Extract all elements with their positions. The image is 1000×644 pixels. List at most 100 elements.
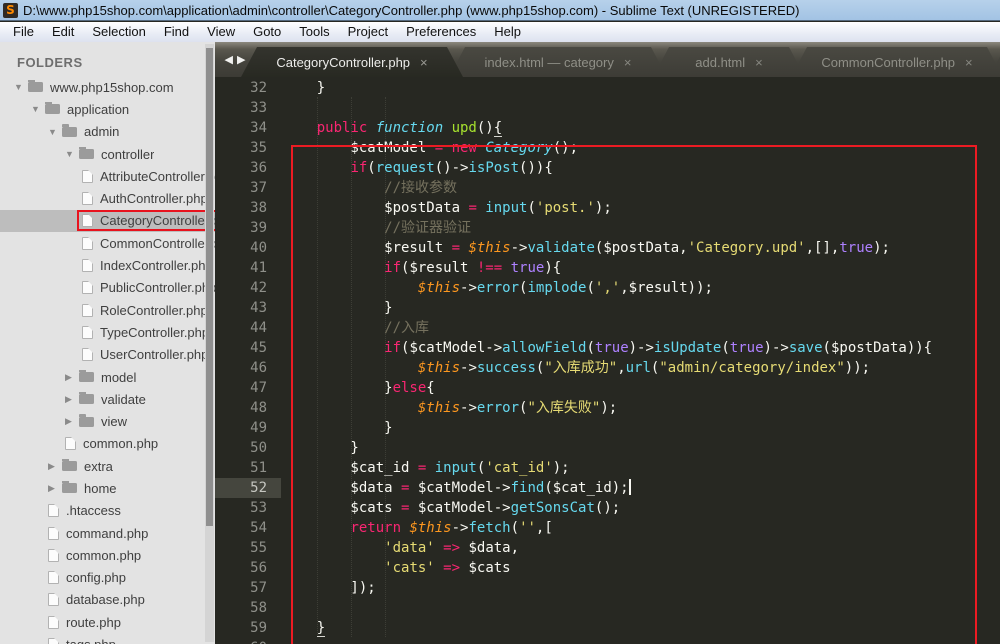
tree-item-route-php[interactable]: route.php [0, 611, 215, 633]
line-number[interactable]: 48 [215, 398, 281, 418]
collapsed-triangle-icon[interactable]: ▶ [48, 483, 62, 494]
tree-item-common-php[interactable]: common.php [0, 433, 215, 455]
expanded-triangle-icon[interactable]: ▼ [65, 149, 79, 159]
code-text[interactable]: $this->success("入库成功",url("admin/categor… [281, 358, 1000, 378]
expanded-triangle-icon[interactable]: ▼ [31, 104, 45, 114]
expanded-triangle-icon[interactable]: ▼ [14, 82, 28, 92]
code-text[interactable]: //入库 [281, 318, 1000, 338]
code-text[interactable]: 'cats' => $cats [281, 558, 1000, 578]
menu-file[interactable]: File [4, 22, 43, 42]
code-text[interactable]: //接收参数 [281, 178, 1000, 198]
tab-close-icon[interactable]: × [420, 55, 428, 70]
code-text[interactable]: $catModel = new Category(); [281, 138, 1000, 158]
menu-view[interactable]: View [198, 22, 244, 42]
menu-find[interactable]: Find [155, 22, 198, 42]
tree-item-home[interactable]: ▶ home [0, 477, 215, 499]
tree-item-config-php[interactable]: config.php [0, 567, 215, 589]
menu-project[interactable]: Project [339, 22, 397, 42]
tab-close-icon[interactable]: × [755, 55, 763, 70]
tree-item-view[interactable]: ▶ view [0, 410, 215, 432]
tree-item-tags-php[interactable]: tags.php [0, 633, 215, 644]
tree-item-attributecontroller-php[interactable]: AttributeController.php [0, 165, 215, 187]
tree-item-admin[interactable]: ▼ admin [0, 121, 215, 143]
line-number[interactable]: 39 [215, 218, 281, 238]
code-text[interactable]: } [281, 78, 1000, 98]
line-number[interactable]: 56 [215, 558, 281, 578]
menu-help[interactable]: Help [485, 22, 530, 42]
line-number[interactable]: 46 [215, 358, 281, 378]
line-number[interactable]: 35 [215, 138, 281, 158]
line-number[interactable]: 41 [215, 258, 281, 278]
tree-item-model[interactable]: ▶ model [0, 366, 215, 388]
code-text[interactable]: $cats = $catModel->getSonsCat(); [281, 498, 1000, 518]
collapsed-triangle-icon[interactable]: ▶ [65, 416, 79, 427]
line-number[interactable]: 37 [215, 178, 281, 198]
tree-item-rolecontroller-php[interactable]: RoleController.php [0, 299, 215, 321]
collapsed-triangle-icon[interactable]: ▶ [65, 394, 79, 405]
tree-item-commoncontroller-php[interactable]: CommonController.php [0, 232, 215, 254]
tree-item-typecontroller-php[interactable]: TypeController.php [0, 321, 215, 343]
tree-item-extra[interactable]: ▶ extra [0, 455, 215, 477]
tree-item-database-php[interactable]: database.php [0, 589, 215, 611]
menu-goto[interactable]: Goto [244, 22, 290, 42]
code-text[interactable] [281, 598, 1000, 618]
tab-index-html-category[interactable]: index.html — category × [449, 47, 667, 77]
code-text[interactable]: return $this->fetch('',[ [281, 518, 1000, 538]
collapsed-triangle-icon[interactable]: ▶ [65, 372, 79, 383]
line-number[interactable]: 32 [215, 78, 281, 98]
line-number[interactable]: 43 [215, 298, 281, 318]
code-text[interactable]: public function upd(){ [281, 118, 1000, 138]
line-number[interactable]: 58 [215, 598, 281, 618]
tree-item-indexcontroller-php[interactable]: IndexController.php [0, 254, 215, 276]
tree-item-application[interactable]: ▼ application [0, 98, 215, 120]
tree-item-categorycontroller-php[interactable]: CategoryController.php [0, 209, 215, 233]
code-text[interactable]: if($catModel->allowField(true)->isUpdate… [281, 338, 1000, 358]
code-text[interactable] [281, 638, 1000, 644]
line-number[interactable]: 55 [215, 538, 281, 558]
menu-edit[interactable]: Edit [43, 22, 83, 42]
line-number[interactable]: 51 [215, 458, 281, 478]
tree-item--htaccess[interactable]: .htaccess [0, 500, 215, 522]
line-number[interactable]: 38 [215, 198, 281, 218]
code-text[interactable] [281, 98, 1000, 118]
code-text[interactable]: } [281, 618, 1000, 638]
tab-commoncontroller-php[interactable]: CommonController.php × [791, 47, 1000, 77]
tree-item-common-php[interactable]: common.php [0, 544, 215, 566]
menu-preferences[interactable]: Preferences [397, 22, 485, 42]
tree-item-controller[interactable]: ▼ controller [0, 143, 215, 165]
line-number[interactable]: 42 [215, 278, 281, 298]
line-number[interactable]: 44 [215, 318, 281, 338]
tab-close-icon[interactable]: × [965, 55, 973, 70]
tree-item-command-php[interactable]: command.php [0, 522, 215, 544]
code-text[interactable]: 'data' => $data, [281, 538, 1000, 558]
line-number[interactable]: 57 [215, 578, 281, 598]
tree-item-validate[interactable]: ▶ validate [0, 388, 215, 410]
line-number[interactable]: 33 [215, 98, 281, 118]
line-number[interactable]: 60 [215, 638, 281, 644]
code-text[interactable]: ]); [281, 578, 1000, 598]
code-text[interactable]: }else{ [281, 378, 1000, 398]
line-number[interactable]: 53 [215, 498, 281, 518]
tree-item-www-php15shop-com[interactable]: ▼ www.php15shop.com [0, 76, 215, 98]
code-text[interactable]: $this->error("入库失败"); [281, 398, 1000, 418]
code-text[interactable]: $data = $catModel->find($cat_id); [281, 478, 1000, 498]
line-number[interactable]: 50 [215, 438, 281, 458]
code-editor[interactable]: 32 } 33 34 public function upd(){35 $catMo… [215, 77, 1000, 644]
tree-item-usercontroller-php[interactable]: UserController.php [0, 344, 215, 366]
sidebar-scrollbar-thumb[interactable] [206, 48, 213, 526]
code-text[interactable]: //验证器验证 [281, 218, 1000, 238]
tab-categorycontroller-php[interactable]: CategoryController.php × [241, 47, 463, 77]
code-text[interactable]: $postData = input('post.'); [281, 198, 1000, 218]
code-text[interactable]: $this->error(implode(',',$result)); [281, 278, 1000, 298]
tab-add-html[interactable]: add.html × [653, 47, 805, 77]
line-number[interactable]: 49 [215, 418, 281, 438]
code-text[interactable]: $result = $this->validate($postData,'Cat… [281, 238, 1000, 258]
menu-selection[interactable]: Selection [83, 22, 154, 42]
code-text[interactable]: if($result !== true){ [281, 258, 1000, 278]
code-text[interactable]: } [281, 418, 1000, 438]
code-text[interactable]: } [281, 438, 1000, 458]
collapsed-triangle-icon[interactable]: ▶ [48, 461, 62, 472]
line-number[interactable]: 45 [215, 338, 281, 358]
tab-scroll-right-icon[interactable]: ▶ [237, 53, 245, 66]
tree-item-authcontroller-php[interactable]: AuthController.php [0, 187, 215, 209]
